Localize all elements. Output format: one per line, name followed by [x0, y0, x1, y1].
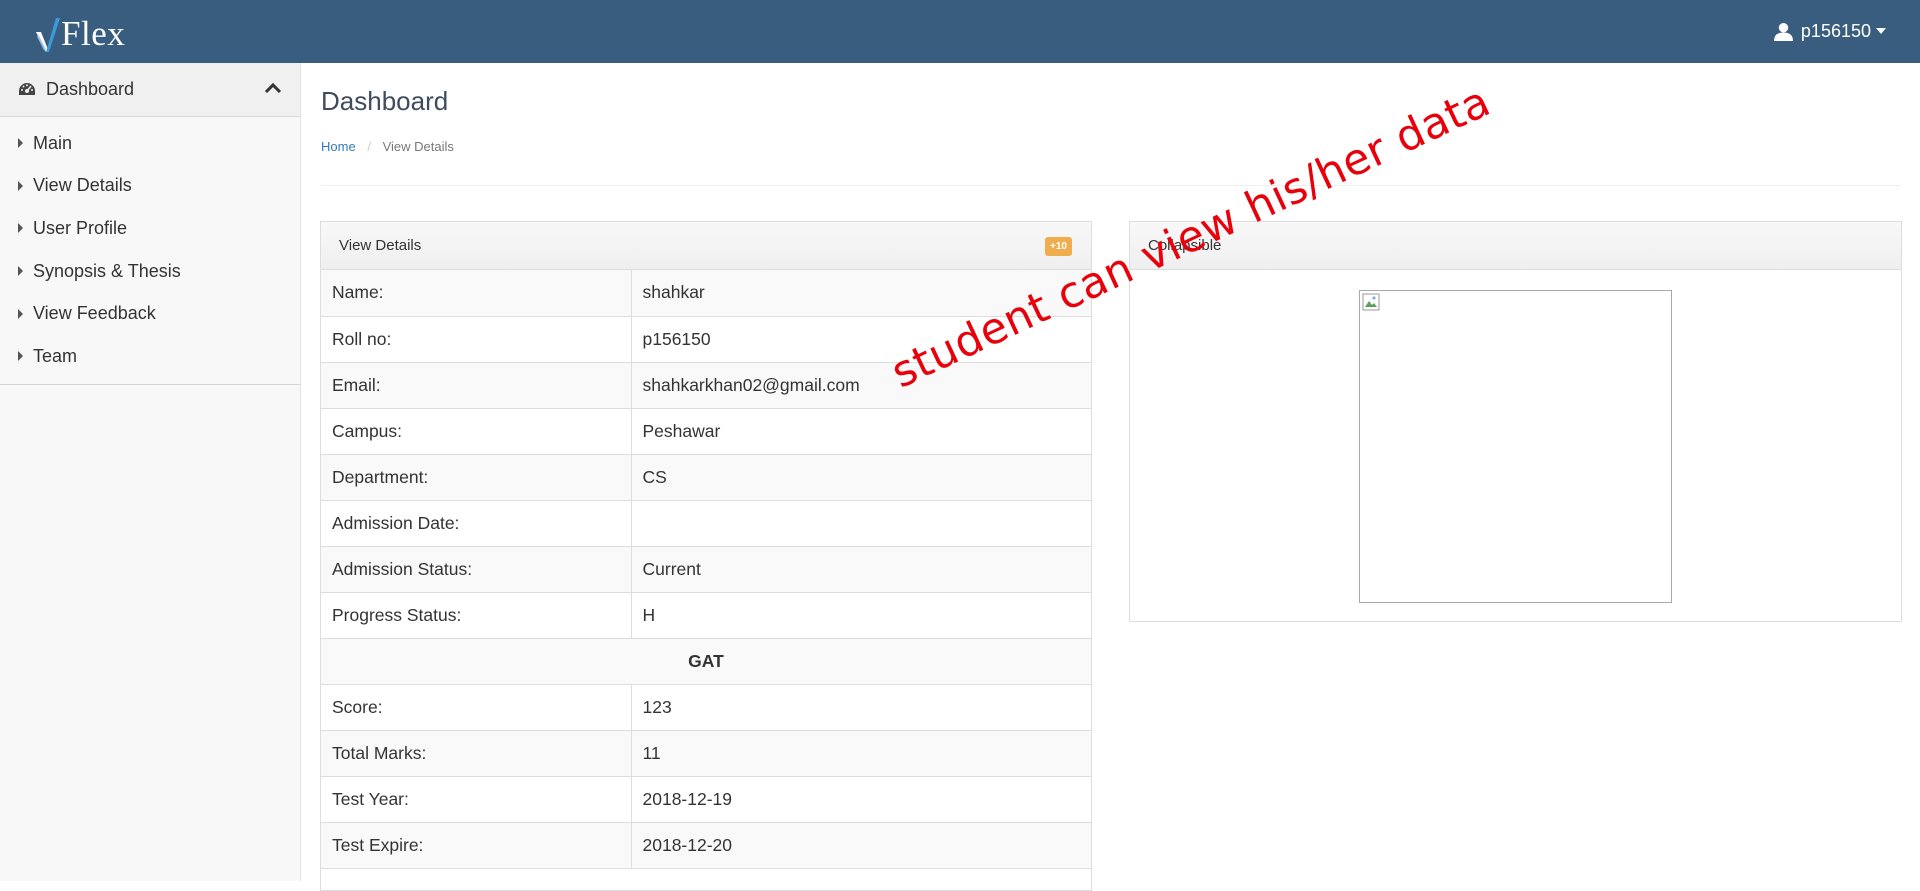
- sidebar-item-team[interactable]: Team: [0, 335, 300, 378]
- sidebar-item-label: User Profile: [33, 217, 128, 238]
- row-label: Test Year:: [321, 776, 632, 823]
- table-row: Test Year: 2018-12-19: [321, 776, 1091, 823]
- table-row: Total Marks: 11: [321, 730, 1091, 777]
- row-label: Admission Status:: [321, 546, 632, 593]
- caret-right-icon: [18, 351, 23, 362]
- row-value: 11: [631, 730, 1091, 777]
- dashboard-gauge-icon: [19, 82, 35, 95]
- row-value: Current: [631, 546, 1091, 593]
- sidebar-item-user-profile[interactable]: User Profile: [0, 207, 300, 250]
- gat-section-heading: GAT: [321, 638, 1091, 685]
- table-row: Email: shahkarkhan02@gmail.com: [321, 362, 1091, 409]
- profile-image-placeholder: [1359, 290, 1672, 603]
- table-row: Department: CS: [321, 454, 1091, 501]
- row-label: Progress Status:: [321, 592, 632, 639]
- sidebar-dashboard-toggle[interactable]: Dashboard: [0, 63, 300, 117]
- breadcrumb-current: View Details: [382, 139, 454, 154]
- sidebar-header-label: Dashboard: [46, 79, 135, 99]
- table-row: Score: 123: [321, 684, 1091, 731]
- username-label: p156150: [1800, 20, 1871, 41]
- sidebar-menu: Main View Details User Profile Synopsis …: [0, 117, 300, 385]
- caret-right-icon: [18, 180, 23, 191]
- brand-name: Flex: [61, 14, 126, 53]
- chevron-up-icon[interactable]: [264, 81, 282, 95]
- row-value: Peshawar: [631, 408, 1091, 455]
- panel-header: View Details +10: [321, 222, 1091, 270]
- table-row: Test Expire: 2018-12-20: [321, 822, 1091, 869]
- row-label: Test Expire:: [321, 822, 632, 869]
- row-label: Total Marks:: [321, 730, 632, 777]
- caret-down-icon: [1876, 28, 1886, 34]
- top-navbar: Flex p156150: [0, 0, 1920, 63]
- row-label: Admission Date:: [321, 500, 632, 547]
- row-label: Score:: [321, 684, 632, 731]
- row-value: CS: [631, 454, 1091, 501]
- sidebar-item-label: Main: [33, 132, 73, 153]
- breadcrumb: Home / View Details: [321, 139, 454, 154]
- table-row: Admission Date:: [321, 500, 1091, 547]
- row-value: 2018-12-19: [631, 776, 1091, 823]
- breadcrumb-separator: /: [367, 139, 371, 154]
- row-value: H: [631, 592, 1091, 639]
- sidebar-item-main[interactable]: Main: [0, 122, 300, 165]
- row-label: Roll no:: [321, 316, 632, 363]
- user-icon: [1773, 22, 1793, 41]
- caret-right-icon: [18, 223, 23, 234]
- breadcrumb-home-link[interactable]: Home: [321, 139, 356, 154]
- caret-right-icon: [18, 138, 23, 149]
- row-value: shahkarkhan02@gmail.com: [631, 362, 1091, 409]
- sidebar-item-label: Team: [33, 345, 78, 366]
- table-row: Campus: Peshawar: [321, 408, 1091, 455]
- collapsible-panel: Collapsible: [1129, 221, 1902, 622]
- page-title: Dashboard: [321, 86, 449, 116]
- row-value: 123: [631, 684, 1091, 731]
- sidebar-item-label: View Details: [33, 175, 132, 196]
- brand-logo[interactable]: Flex: [34, 14, 125, 54]
- table-row: Progress Status: H: [321, 592, 1091, 639]
- table-row: Admission Status: Current: [321, 546, 1091, 593]
- sidebar-item-view-details[interactable]: View Details: [0, 165, 300, 208]
- row-value: 2018-12-20: [631, 822, 1091, 869]
- sidebar-item-label: View Feedback: [33, 303, 156, 324]
- row-value: [631, 500, 1091, 547]
- count-badge: +10: [1045, 237, 1072, 256]
- divider: [321, 185, 1900, 186]
- row-label: Department:: [321, 454, 632, 501]
- broken-image-icon: [1362, 293, 1380, 311]
- user-menu-dropdown[interactable]: p156150: [1773, 18, 1886, 44]
- sidebar-item-label: Synopsis & Thesis: [33, 260, 181, 281]
- row-label: Campus:: [321, 408, 632, 455]
- sidebar-item-view-feedback[interactable]: View Feedback: [0, 292, 300, 335]
- flex-logo-icon: [36, 18, 60, 52]
- row-label: Email:: [321, 362, 632, 409]
- caret-right-icon: [18, 266, 23, 277]
- sidebar-item-synopsis-thesis[interactable]: Synopsis & Thesis: [0, 250, 300, 293]
- table-section-row: GAT: [321, 638, 1091, 685]
- caret-right-icon: [18, 308, 23, 319]
- row-label: Name:: [321, 270, 632, 317]
- panel-title: View Details: [339, 237, 422, 254]
- sidebar: Dashboard Main View Details User Profile…: [0, 63, 301, 881]
